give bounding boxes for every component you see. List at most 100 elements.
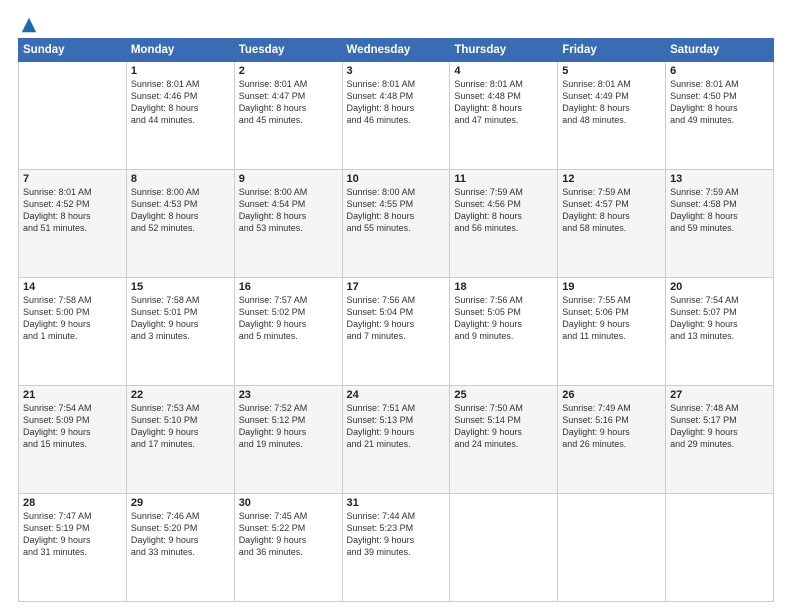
day-cell: 14Sunrise: 7:58 AMSunset: 5:00 PMDayligh… bbox=[19, 278, 127, 386]
day-number: 14 bbox=[23, 281, 122, 293]
day-cell bbox=[450, 494, 558, 602]
day-number: 15 bbox=[131, 281, 230, 293]
day-number: 5 bbox=[562, 65, 661, 77]
day-info: Sunrise: 7:49 AMSunset: 5:16 PMDaylight:… bbox=[562, 402, 661, 451]
day-cell: 21Sunrise: 7:54 AMSunset: 5:09 PMDayligh… bbox=[19, 386, 127, 494]
day-number: 12 bbox=[562, 173, 661, 185]
day-number: 22 bbox=[131, 389, 230, 401]
day-cell: 9Sunrise: 8:00 AMSunset: 4:54 PMDaylight… bbox=[234, 170, 342, 278]
day-cell bbox=[666, 494, 774, 602]
week-row-3: 14Sunrise: 7:58 AMSunset: 5:00 PMDayligh… bbox=[19, 278, 774, 386]
day-info: Sunrise: 7:48 AMSunset: 5:17 PMDaylight:… bbox=[670, 402, 769, 451]
day-number: 20 bbox=[670, 281, 769, 293]
day-info: Sunrise: 7:57 AMSunset: 5:02 PMDaylight:… bbox=[239, 294, 338, 343]
day-info: Sunrise: 7:59 AMSunset: 4:56 PMDaylight:… bbox=[454, 186, 553, 235]
day-number: 31 bbox=[347, 497, 446, 509]
day-info: Sunrise: 8:01 AMSunset: 4:52 PMDaylight:… bbox=[23, 186, 122, 235]
day-info: Sunrise: 8:00 AMSunset: 4:55 PMDaylight:… bbox=[347, 186, 446, 235]
day-cell: 27Sunrise: 7:48 AMSunset: 5:17 PMDayligh… bbox=[666, 386, 774, 494]
day-cell: 23Sunrise: 7:52 AMSunset: 5:12 PMDayligh… bbox=[234, 386, 342, 494]
day-info: Sunrise: 7:58 AMSunset: 5:00 PMDaylight:… bbox=[23, 294, 122, 343]
day-number: 29 bbox=[131, 497, 230, 509]
day-info: Sunrise: 7:59 AMSunset: 4:57 PMDaylight:… bbox=[562, 186, 661, 235]
day-info: Sunrise: 7:54 AMSunset: 5:07 PMDaylight:… bbox=[670, 294, 769, 343]
week-row-2: 7Sunrise: 8:01 AMSunset: 4:52 PMDaylight… bbox=[19, 170, 774, 278]
day-number: 30 bbox=[239, 497, 338, 509]
day-number: 27 bbox=[670, 389, 769, 401]
day-info: Sunrise: 7:56 AMSunset: 5:04 PMDaylight:… bbox=[347, 294, 446, 343]
calendar-table: SundayMondayTuesdayWednesdayThursdayFrid… bbox=[18, 38, 774, 602]
day-number: 21 bbox=[23, 389, 122, 401]
day-number: 9 bbox=[239, 173, 338, 185]
day-info: Sunrise: 7:47 AMSunset: 5:19 PMDaylight:… bbox=[23, 510, 122, 559]
day-number: 10 bbox=[347, 173, 446, 185]
day-info: Sunrise: 7:52 AMSunset: 5:12 PMDaylight:… bbox=[239, 402, 338, 451]
day-info: Sunrise: 7:46 AMSunset: 5:20 PMDaylight:… bbox=[131, 510, 230, 559]
day-cell: 15Sunrise: 7:58 AMSunset: 5:01 PMDayligh… bbox=[126, 278, 234, 386]
day-info: Sunrise: 8:01 AMSunset: 4:46 PMDaylight:… bbox=[131, 78, 230, 127]
day-number: 1 bbox=[131, 65, 230, 77]
day-info: Sunrise: 7:45 AMSunset: 5:22 PMDaylight:… bbox=[239, 510, 338, 559]
day-cell: 26Sunrise: 7:49 AMSunset: 5:16 PMDayligh… bbox=[558, 386, 666, 494]
day-cell: 5Sunrise: 8:01 AMSunset: 4:49 PMDaylight… bbox=[558, 62, 666, 170]
day-number: 18 bbox=[454, 281, 553, 293]
day-number: 24 bbox=[347, 389, 446, 401]
day-cell: 18Sunrise: 7:56 AMSunset: 5:05 PMDayligh… bbox=[450, 278, 558, 386]
day-cell: 13Sunrise: 7:59 AMSunset: 4:58 PMDayligh… bbox=[666, 170, 774, 278]
week-row-4: 21Sunrise: 7:54 AMSunset: 5:09 PMDayligh… bbox=[19, 386, 774, 494]
day-number: 28 bbox=[23, 497, 122, 509]
day-cell: 8Sunrise: 8:00 AMSunset: 4:53 PMDaylight… bbox=[126, 170, 234, 278]
weekday-header-wednesday: Wednesday bbox=[342, 39, 450, 62]
page: SundayMondayTuesdayWednesdayThursdayFrid… bbox=[0, 0, 792, 612]
weekday-header-tuesday: Tuesday bbox=[234, 39, 342, 62]
week-row-1: 1Sunrise: 8:01 AMSunset: 4:46 PMDaylight… bbox=[19, 62, 774, 170]
day-cell: 30Sunrise: 7:45 AMSunset: 5:22 PMDayligh… bbox=[234, 494, 342, 602]
weekday-header-friday: Friday bbox=[558, 39, 666, 62]
day-info: Sunrise: 7:53 AMSunset: 5:10 PMDaylight:… bbox=[131, 402, 230, 451]
day-number: 16 bbox=[239, 281, 338, 293]
day-cell: 20Sunrise: 7:54 AMSunset: 5:07 PMDayligh… bbox=[666, 278, 774, 386]
day-cell: 10Sunrise: 8:00 AMSunset: 4:55 PMDayligh… bbox=[342, 170, 450, 278]
day-number: 3 bbox=[347, 65, 446, 77]
logo-icon bbox=[20, 16, 38, 34]
day-number: 26 bbox=[562, 389, 661, 401]
day-info: Sunrise: 8:00 AMSunset: 4:54 PMDaylight:… bbox=[239, 186, 338, 235]
day-info: Sunrise: 8:01 AMSunset: 4:47 PMDaylight:… bbox=[239, 78, 338, 127]
day-number: 6 bbox=[670, 65, 769, 77]
day-cell: 29Sunrise: 7:46 AMSunset: 5:20 PMDayligh… bbox=[126, 494, 234, 602]
week-row-5: 28Sunrise: 7:47 AMSunset: 5:19 PMDayligh… bbox=[19, 494, 774, 602]
day-cell bbox=[19, 62, 127, 170]
header bbox=[18, 16, 774, 30]
logo bbox=[18, 16, 38, 30]
day-cell: 25Sunrise: 7:50 AMSunset: 5:14 PMDayligh… bbox=[450, 386, 558, 494]
day-info: Sunrise: 8:01 AMSunset: 4:48 PMDaylight:… bbox=[347, 78, 446, 127]
day-cell: 28Sunrise: 7:47 AMSunset: 5:19 PMDayligh… bbox=[19, 494, 127, 602]
day-info: Sunrise: 7:51 AMSunset: 5:13 PMDaylight:… bbox=[347, 402, 446, 451]
day-cell: 7Sunrise: 8:01 AMSunset: 4:52 PMDaylight… bbox=[19, 170, 127, 278]
weekday-header-saturday: Saturday bbox=[666, 39, 774, 62]
day-info: Sunrise: 8:01 AMSunset: 4:50 PMDaylight:… bbox=[670, 78, 769, 127]
day-number: 8 bbox=[131, 173, 230, 185]
day-info: Sunrise: 8:00 AMSunset: 4:53 PMDaylight:… bbox=[131, 186, 230, 235]
day-number: 23 bbox=[239, 389, 338, 401]
weekday-header-sunday: Sunday bbox=[19, 39, 127, 62]
day-number: 25 bbox=[454, 389, 553, 401]
day-info: Sunrise: 7:50 AMSunset: 5:14 PMDaylight:… bbox=[454, 402, 553, 451]
day-number: 13 bbox=[670, 173, 769, 185]
day-info: Sunrise: 8:01 AMSunset: 4:49 PMDaylight:… bbox=[562, 78, 661, 127]
day-cell: 16Sunrise: 7:57 AMSunset: 5:02 PMDayligh… bbox=[234, 278, 342, 386]
day-number: 17 bbox=[347, 281, 446, 293]
day-info: Sunrise: 7:58 AMSunset: 5:01 PMDaylight:… bbox=[131, 294, 230, 343]
day-info: Sunrise: 7:54 AMSunset: 5:09 PMDaylight:… bbox=[23, 402, 122, 451]
day-cell: 3Sunrise: 8:01 AMSunset: 4:48 PMDaylight… bbox=[342, 62, 450, 170]
day-cell: 17Sunrise: 7:56 AMSunset: 5:04 PMDayligh… bbox=[342, 278, 450, 386]
day-cell: 4Sunrise: 8:01 AMSunset: 4:48 PMDaylight… bbox=[450, 62, 558, 170]
day-number: 11 bbox=[454, 173, 553, 185]
day-cell bbox=[558, 494, 666, 602]
day-cell: 19Sunrise: 7:55 AMSunset: 5:06 PMDayligh… bbox=[558, 278, 666, 386]
weekday-header-row: SundayMondayTuesdayWednesdayThursdayFrid… bbox=[19, 39, 774, 62]
day-cell: 11Sunrise: 7:59 AMSunset: 4:56 PMDayligh… bbox=[450, 170, 558, 278]
day-info: Sunrise: 7:59 AMSunset: 4:58 PMDaylight:… bbox=[670, 186, 769, 235]
day-cell: 6Sunrise: 8:01 AMSunset: 4:50 PMDaylight… bbox=[666, 62, 774, 170]
day-number: 19 bbox=[562, 281, 661, 293]
